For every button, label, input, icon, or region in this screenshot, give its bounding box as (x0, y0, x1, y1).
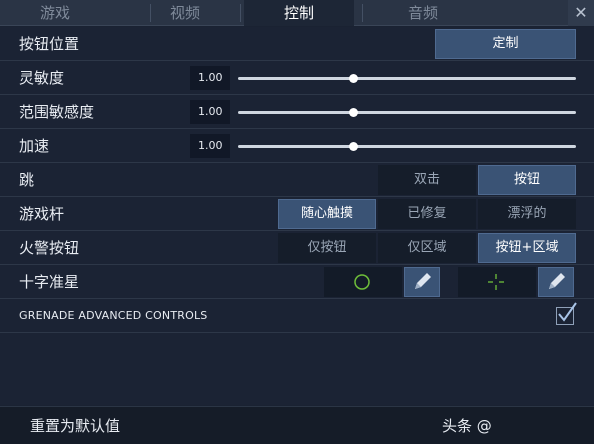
row-grenade-advanced-controls: GRENADE ADVANCED CONTROLS (0, 299, 594, 333)
button-position-label: 按钮位置 (19, 35, 80, 53)
reset-to-default-button[interactable]: 重置为默认值 (30, 407, 120, 444)
row-joystick: 游戏杆 随心触摸 已修复 漂浮的 (0, 197, 594, 231)
close-icon: ✕ (574, 3, 588, 22)
grenade-advanced-controls-checkbox[interactable] (556, 302, 577, 325)
close-button[interactable]: ✕ (568, 0, 594, 26)
sensitivity-slider[interactable] (238, 74, 576, 83)
pencil-icon (415, 273, 431, 289)
joystick-option-floating[interactable]: 漂浮的 (478, 199, 576, 229)
crosshair-circle-option[interactable] (324, 267, 402, 297)
crosshair-cross-edit-button[interactable] (538, 267, 574, 297)
row-fire-button: 火警按钮 仅按钮 仅区域 按钮+区域 (0, 231, 594, 265)
acceleration-slider[interactable] (238, 142, 576, 151)
fire-option-button-and-area[interactable]: 按钮+区域 (478, 233, 576, 263)
cross-crosshair-icon (488, 274, 504, 290)
sensitivity-value[interactable]: 1.00 (190, 66, 230, 90)
controls-settings-panel: 按钮位置 定制 灵敏度 1.00 范围敏感度 1.00 加速 1.00 跳 双击… (0, 27, 594, 405)
footer-right-text: 头条 @ (442, 417, 492, 435)
tab-game[interactable]: 游戏 (10, 0, 100, 26)
crosshair-label: 十字准星 (19, 273, 80, 291)
crosshair-circle-edit-button[interactable] (404, 267, 440, 297)
tab-controls[interactable]: 控制 (244, 0, 354, 26)
joystick-option-free-touch[interactable]: 随心触摸 (278, 199, 376, 229)
circle-crosshair-icon (354, 274, 370, 290)
range-sensitivity-value[interactable]: 1.00 (190, 100, 230, 124)
range-sensitivity-slider[interactable] (238, 108, 576, 117)
row-range-sensitivity: 范围敏感度 1.00 (0, 95, 594, 129)
acceleration-slider-thumb[interactable] (348, 142, 358, 151)
jump-option-double-tap[interactable]: 双击 (378, 165, 476, 195)
sensitivity-slider-thumb[interactable] (348, 74, 358, 83)
jump-option-button[interactable]: 按钮 (478, 165, 576, 195)
joystick-option-fixed[interactable]: 已修复 (378, 199, 476, 229)
acceleration-label: 加速 (19, 137, 50, 155)
row-crosshair: 十字准星 (0, 265, 594, 299)
fire-option-button-only[interactable]: 仅按钮 (278, 233, 376, 263)
acceleration-value[interactable]: 1.00 (190, 134, 230, 158)
sensitivity-label: 灵敏度 (19, 69, 65, 87)
grenade-advanced-controls-label: GRENADE ADVANCED CONTROLS (19, 309, 208, 322)
range-sensitivity-slider-thumb[interactable] (348, 108, 358, 117)
row-sensitivity: 灵敏度 1.00 (0, 61, 594, 95)
row-jump: 跳 双击 按钮 (0, 163, 594, 197)
jump-label: 跳 (19, 171, 35, 189)
row-acceleration: 加速 1.00 (0, 129, 594, 163)
tab-divider (240, 4, 241, 22)
range-sensitivity-label: 范围敏感度 (19, 103, 95, 121)
fire-button-label: 火警按钮 (19, 239, 80, 257)
pencil-icon (549, 273, 565, 289)
tab-video[interactable]: 视频 (140, 0, 230, 26)
crosshair-cross-option[interactable] (458, 267, 536, 297)
row-button-position: 按钮位置 定制 (0, 27, 594, 61)
tab-divider (362, 4, 363, 22)
tab-audio[interactable]: 音频 (378, 0, 468, 26)
fire-option-area-only[interactable]: 仅区域 (378, 233, 476, 263)
joystick-label: 游戏杆 (19, 205, 65, 223)
tab-bar: 游戏 视频 控制 音频 ✕ (0, 0, 594, 26)
footer-bar: 重置为默认值 头条 @ (0, 406, 594, 444)
checkmark-icon (558, 302, 577, 322)
customize-button[interactable]: 定制 (435, 29, 576, 59)
